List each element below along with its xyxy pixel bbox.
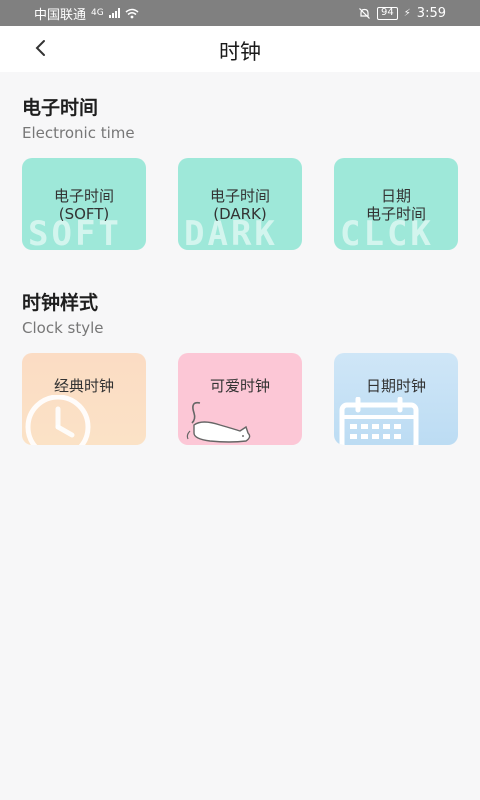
card-label-line2: 电子时间 [365, 205, 426, 223]
card-label: 日期时钟 [365, 377, 426, 395]
charging-icon: ⚡ [403, 7, 411, 19]
network-type: 4G [91, 8, 104, 18]
section-subtitle-clock-style: Clock style [22, 319, 104, 337]
card-label-line1: 电子时间 [209, 187, 270, 205]
app-header: 时钟 [0, 26, 480, 72]
card-classic-clock[interactable]: 经典时钟 [22, 353, 146, 445]
card-electronic-dark[interactable]: DARK 电子时间 (DARK) [178, 158, 302, 250]
section-subtitle-electronic: Electronic time [22, 124, 135, 142]
signal-icon [108, 8, 120, 18]
card-label-line2: (DARK) [213, 205, 267, 223]
card-label: 经典时钟 [53, 377, 114, 395]
card-label: 可爱时钟 [209, 377, 270, 395]
card-date-clock[interactable]: 日期时钟 [334, 353, 458, 445]
card-label-line1: 日期 [380, 187, 411, 205]
clock-time: 3:59 [416, 5, 446, 21]
page-title: 时钟 [219, 40, 261, 64]
cat-icon [186, 401, 251, 443]
mute-bell-icon [359, 7, 370, 19]
card-label-line1: 电子时间 [53, 187, 114, 205]
section-title-clock-style: 时钟样式 [22, 292, 99, 314]
battery-indicator: 94 [377, 6, 398, 20]
status-bar: 中国联通 4G 94 ⚡ 3:59 [0, 0, 480, 26]
battery-level: 94 [381, 7, 394, 18]
carrier-name: 中国联通 [34, 7, 87, 23]
card-label-line2: (SOFT) [58, 205, 110, 223]
calendar-icon [339, 397, 419, 445]
wifi-icon [125, 8, 139, 18]
section-title-electronic: 电子时间 [22, 97, 99, 119]
status-right: 94 ⚡ 3:59 [358, 6, 446, 21]
card-electronic-date[interactable]: CLCK 日期 电子时间 [334, 158, 458, 250]
clock-icon [25, 395, 91, 445]
card-electronic-soft[interactable]: SOFT 电子时间 (SOFT) [22, 158, 146, 250]
card-cute-clock[interactable]: 可爱时钟 [178, 353, 302, 445]
status-left: 中国联通 4G [34, 4, 139, 23]
